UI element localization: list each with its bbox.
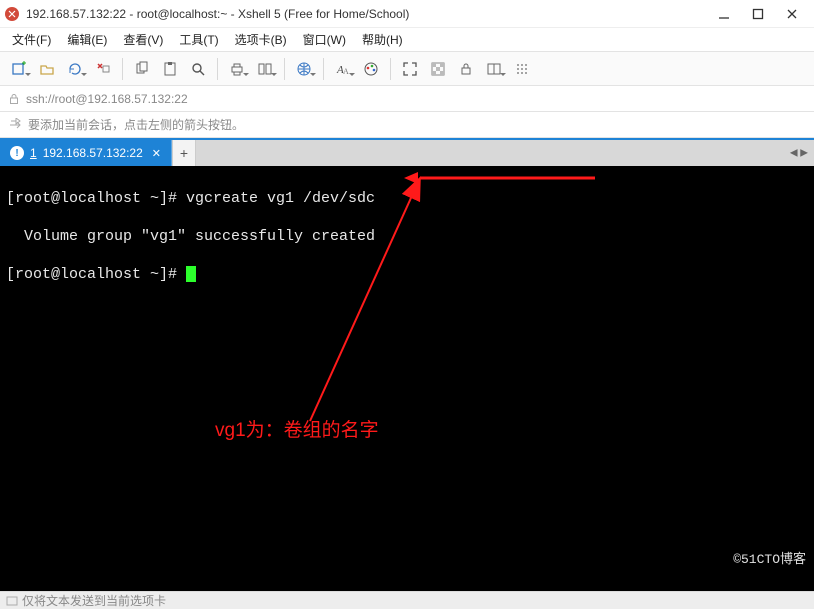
- terminal[interactable]: [root@localhost ~]# vgcreate vg1 /dev/sd…: [0, 166, 814, 591]
- reconnect-button[interactable]: [62, 56, 88, 82]
- transparency-button[interactable]: [425, 56, 451, 82]
- window-controls: [716, 6, 810, 22]
- hint-text: 要添加当前会话，点击左侧的箭头按钮。: [28, 116, 244, 133]
- hint-bar: 要添加当前会话，点击左侧的箭头按钮。: [0, 112, 814, 138]
- separator: [217, 58, 218, 80]
- minimize-button[interactable]: [716, 6, 732, 22]
- tab-bar: ! 1 192.168.57.132:22 ✕ + ◀ ▶: [0, 138, 814, 166]
- prompt: [root@localhost ~]#: [6, 190, 186, 207]
- color-scheme-button[interactable]: [358, 56, 384, 82]
- new-session-button[interactable]: [6, 56, 32, 82]
- session-tab[interactable]: ! 1 192.168.57.132:22 ✕: [0, 140, 172, 166]
- output-line: Volume group "vg1" successfully created: [6, 227, 808, 246]
- layout-button[interactable]: [481, 56, 507, 82]
- menu-file[interactable]: 文件(F): [6, 29, 57, 50]
- title-bar: 192.168.57.132:22 - root@localhost:~ - X…: [0, 0, 814, 28]
- annotation-text: vg1为：卷组的名字: [215, 421, 379, 440]
- separator: [284, 58, 285, 80]
- toolbar: AA: [0, 52, 814, 86]
- address-bar: ssh://root@192.168.57.132:22: [0, 86, 814, 112]
- font-button[interactable]: AA: [330, 56, 356, 82]
- fullscreen-button[interactable]: [397, 56, 423, 82]
- close-button[interactable]: [784, 6, 800, 22]
- dotted-grid-button[interactable]: [509, 56, 535, 82]
- tab-index: 1: [30, 146, 37, 160]
- copy-button[interactable]: [129, 56, 155, 82]
- search-button[interactable]: [185, 56, 211, 82]
- properties-button[interactable]: [252, 56, 278, 82]
- menu-window[interactable]: 窗口(W): [297, 29, 352, 50]
- separator: [390, 58, 391, 80]
- window-title: 192.168.57.132:22 - root@localhost:~ - X…: [26, 7, 716, 21]
- print-button[interactable]: [224, 56, 250, 82]
- menu-edit[interactable]: 编辑(E): [61, 29, 113, 50]
- menu-view[interactable]: 查看(V): [117, 29, 169, 50]
- svg-text:A: A: [343, 67, 349, 76]
- separator: [122, 58, 123, 80]
- tab-overflow-button[interactable]: ◀ ▶: [790, 148, 808, 159]
- disconnect-button[interactable]: [90, 56, 116, 82]
- menu-bar: 文件(F) 编辑(E) 查看(V) 工具(T) 选项卡(B) 窗口(W) 帮助(…: [0, 28, 814, 52]
- status-text: 仅将文本发送到当前选项卡: [22, 592, 166, 609]
- tab-status-icon: !: [10, 146, 24, 160]
- tab-close-button[interactable]: ✕: [152, 147, 161, 160]
- status-icon: [6, 595, 18, 607]
- open-session-button[interactable]: [34, 56, 60, 82]
- menu-tabs[interactable]: 选项卡(B): [229, 29, 293, 50]
- app-icon: [4, 6, 20, 22]
- hint-arrow-icon[interactable]: [8, 118, 22, 132]
- cursor: [186, 266, 196, 282]
- separator: [323, 58, 324, 80]
- status-bar: 仅将文本发送到当前选项卡: [0, 591, 814, 609]
- globe-button[interactable]: [291, 56, 317, 82]
- address-text[interactable]: ssh://root@192.168.57.132:22: [26, 92, 188, 106]
- lock-scroll-button[interactable]: [453, 56, 479, 82]
- menu-help[interactable]: 帮助(H): [356, 29, 409, 50]
- tab-label: 192.168.57.132:22: [43, 146, 143, 160]
- maximize-button[interactable]: [750, 6, 766, 22]
- command-text: vgcreate vg1 /dev/sdc: [186, 190, 375, 207]
- menu-tools[interactable]: 工具(T): [173, 29, 224, 50]
- prompt: [root@localhost ~]#: [6, 266, 186, 283]
- new-tab-button[interactable]: +: [172, 140, 196, 166]
- watermark: ©51CTO博客: [733, 550, 806, 569]
- lock-icon: [8, 93, 20, 105]
- paste-button[interactable]: [157, 56, 183, 82]
